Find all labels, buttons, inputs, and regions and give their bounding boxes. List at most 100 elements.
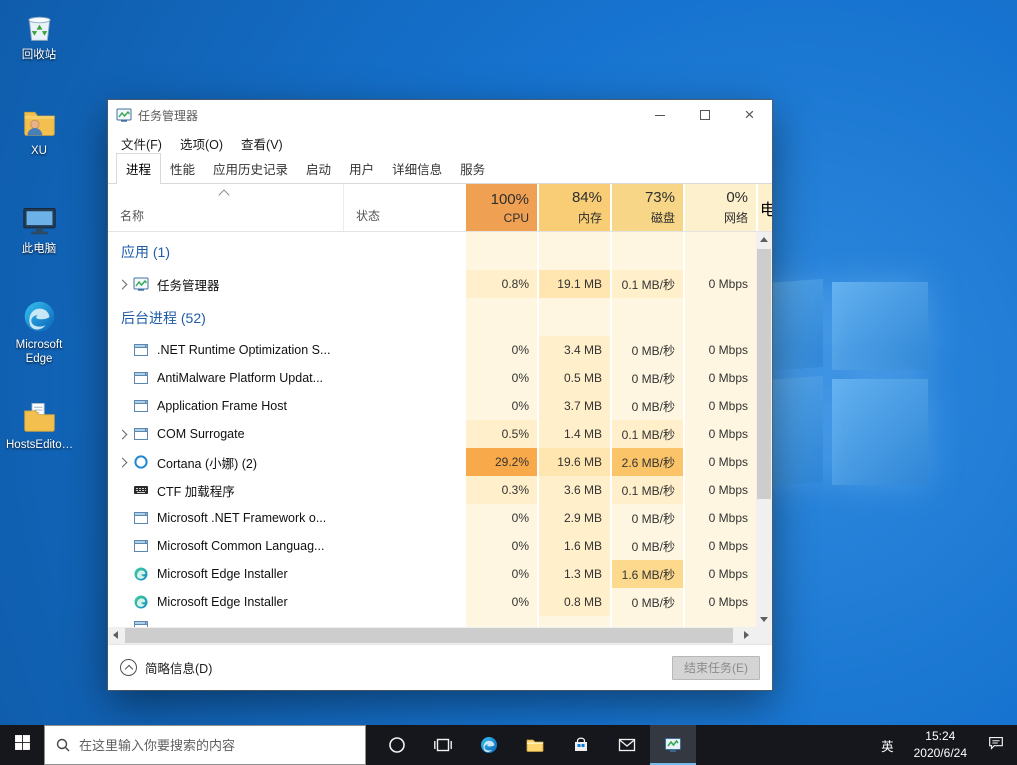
group-label: 应用 (1) [121,242,170,262]
minimize-button[interactable] [637,100,682,130]
cpu-cell [464,616,537,627]
column-header-disk[interactable]: 73% 磁盘 [610,184,683,231]
network-value: 0 Mbps [709,511,748,525]
desktop-icon-user-folder[interactable]: XU [6,104,72,158]
tab-应用历史记录[interactable]: 应用历史记录 [204,154,297,183]
tab-服务[interactable]: 服务 [451,154,494,183]
titlebar[interactable]: 任务管理器 [108,100,772,130]
taskbar-cortana-button[interactable] [374,725,420,765]
process-table-body: 应用 (1) 任务管理器0.8%19.1 MB0.1 MB/秒0 Mbps 后台进程… [108,232,772,627]
end-task-button[interactable]: 结束任务(E) [672,656,760,680]
scroll-right-icon[interactable] [738,627,755,644]
expand-chevron-icon[interactable] [116,427,130,441]
cpu-value: 0% [512,595,529,609]
tab-性能[interactable]: 性能 [161,154,204,183]
process-row[interactable]: COM Surrogate0.5%1.4 MB0.1 MB/秒0 Mbps [108,420,772,448]
cortana-icon [387,735,407,755]
scroll-left-icon[interactable] [108,627,125,644]
expand-chevron-icon[interactable] [116,455,130,469]
process-row[interactable]: AntiMalware Platform Updat...0%0.5 MB0 M… [108,364,772,392]
file-explorer-icon [525,735,545,755]
tab-用户[interactable]: 用户 [340,154,383,183]
vertical-scroll-thumb[interactable] [757,249,771,499]
tab-详细信息[interactable]: 详细信息 [383,154,451,183]
column-header-power[interactable]: 电 [756,184,772,231]
menu-item[interactable]: 查看(V) [232,134,292,153]
process-row[interactable]: Microsoft .NET Framework o...0%2.9 MB0 M… [108,504,772,532]
app-window-icon [133,619,149,627]
memory-cell: 2.9 MB [537,504,610,532]
process-row[interactable]: Microsoft Common Languag...0%1.6 MB0 MB/… [108,532,772,560]
process-row[interactable]: .NET Runtime Optimization S...0%3.4 MB0 … [108,336,772,364]
horizontal-scroll-thumb[interactable] [125,628,733,643]
group-header-row[interactable]: 应用 (1) [108,238,772,266]
menu-item[interactable]: 选项(O) [171,134,232,153]
column-header-name[interactable]: 名称 [108,184,344,231]
process-row[interactable]: Cortana (小娜) (2)29.2%19.6 MB2.6 MB/秒0 Mb… [108,448,772,476]
desktop-icon-hosts-folder[interactable]: HostsEdito… [6,398,72,452]
tab-进程[interactable]: 进程 [116,153,161,184]
column-header-memory[interactable]: 84% 内存 [537,184,610,231]
desktop-icon-label: HostsEdito… [6,438,72,452]
network-value: 0 Mbps [709,539,748,553]
taskbar-task-view-button[interactable] [420,725,466,765]
action-center-button[interactable] [975,734,1017,757]
cpu-value: 0% [512,539,529,553]
details-toggle[interactable]: 简略信息(D) [120,658,212,677]
column-header-network[interactable]: 0% 网络 [683,184,756,231]
name-cell: AntiMalware Platform Updat... [108,364,344,392]
scroll-up-icon[interactable] [756,232,772,248]
maximize-button[interactable] [682,100,727,130]
process-row[interactable]: CTF 加载程序0.3%3.6 MB0.1 MB/秒0 Mbps [108,476,772,504]
status-cell [344,238,464,266]
cpu-cell: 0.8% [464,270,537,298]
clock-date: 2020/6/24 [914,745,967,762]
group-header-row[interactable]: 后台进程 (52) [108,304,772,332]
tab-启动[interactable]: 启动 [297,154,340,183]
name-cell: COM Surrogate [108,420,344,448]
language-indicator[interactable]: 英 [869,736,906,755]
column-header-cpu[interactable]: 100% CPU [464,184,537,231]
search-input[interactable] [79,738,355,753]
taskbar-edge-button[interactable] [466,725,512,765]
close-button[interactable] [727,100,772,130]
network-cell: 0 Mbps [683,270,756,298]
edge-installer-icon [133,594,149,610]
app-window-icon [133,538,149,554]
memory-value: 3.4 MB [564,343,602,357]
process-row[interactable]: Microsoft Edge Installer0%1.3 MB1.6 MB/秒… [108,560,772,588]
cpu-value: 0% [512,511,529,525]
memory-cell: 3.7 MB [537,392,610,420]
taskbar-task-manager-button[interactable] [650,725,696,765]
name-cell: Microsoft Edge Installer [108,588,344,616]
taskbar-clock[interactable]: 15:24 2020/6/24 [906,728,975,762]
store-icon [571,735,591,755]
taskbar-store-button[interactable] [558,725,604,765]
disk-cell: 0 MB/秒 [610,504,683,532]
menu-item[interactable]: 文件(F) [112,134,171,153]
status-cell [344,476,464,504]
desktop-icon-label: 此电脑 [22,242,57,256]
horizontal-scrollbar[interactable] [108,627,772,644]
vertical-scrollbar[interactable] [756,232,772,627]
disk-value: 0.1 MB/秒 [622,426,675,443]
process-row[interactable]: 任务管理器0.8%19.1 MB0.1 MB/秒0 Mbps [108,270,772,298]
expand-chevron-icon[interactable] [116,277,130,291]
scroll-down-icon[interactable] [756,611,772,627]
column-header-status[interactable]: 状态 [344,184,464,231]
desktop-icon-recycle-bin[interactable]: 回收站 [6,8,72,62]
process-row[interactable]: Application Frame Host0%3.7 MB0 MB/秒0 Mb… [108,392,772,420]
network-cell: 0 Mbps [683,504,756,532]
desktop-icon-edge[interactable]: Microsoft Edge [6,298,72,367]
taskbar-search[interactable] [44,725,366,765]
details-toggle-label: 简略信息(D) [145,658,212,677]
start-button[interactable] [0,725,44,765]
process-row[interactable]: Microsoft Edge Installer0%0.8 MB0 MB/秒0 … [108,588,772,616]
taskmgr-icon [133,276,149,292]
cpu-value: 0% [512,567,529,581]
taskbar-mail-button[interactable] [604,725,650,765]
taskbar-file-explorer-button[interactable] [512,725,558,765]
filler-row [108,616,772,627]
desktop-icon-this-pc[interactable]: 此电脑 [6,202,72,256]
disk-value: 0 MB/秒 [632,370,675,387]
